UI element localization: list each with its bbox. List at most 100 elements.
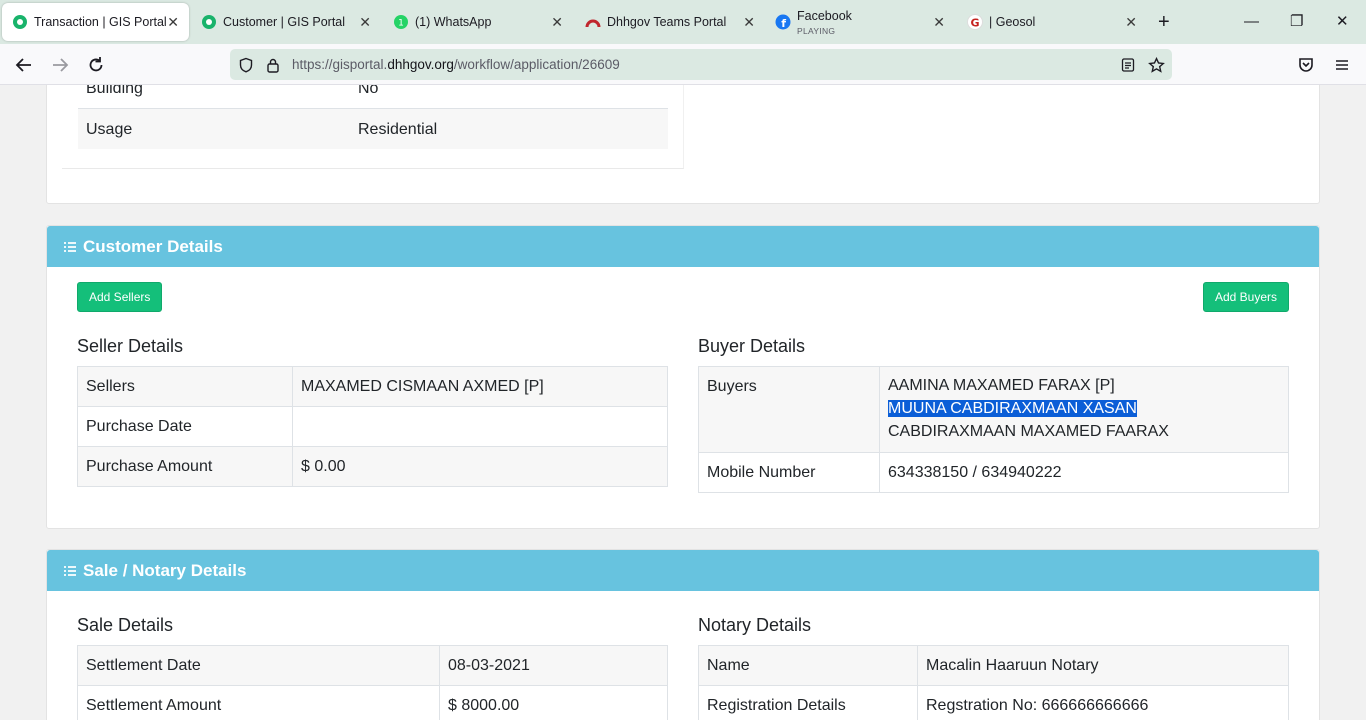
url-domain: dhhgov.org	[387, 57, 454, 72]
browser-tab-bar: Transaction | GIS Portal ✕ Customer | GI…	[0, 0, 1366, 44]
add-sellers-button[interactable]: Add Sellers	[77, 282, 163, 312]
tab-geosol[interactable]: G | Geosol ✕	[957, 0, 1147, 44]
reload-icon[interactable]	[85, 54, 107, 76]
seller-details-title: Seller Details	[77, 336, 184, 356]
buyer-name: CABDIRAXMAAN MAXAMED FAARAX	[888, 423, 1169, 440]
address-bar[interactable]: https://gisportal.dhhgov.org/workflow/ap…	[230, 49, 1172, 80]
tab-label: | Geosol	[989, 15, 1036, 29]
seller-table: Sellers MAXAMED CISMAAN AXMED [P] Purcha…	[77, 366, 668, 487]
reader-view-icon[interactable]	[1119, 56, 1137, 74]
lock-icon[interactable]	[264, 56, 282, 74]
notary-table: Name Macalin Haaruun Notary Registration…	[698, 645, 1289, 720]
url-prefix: https://gisportal.	[292, 57, 388, 72]
add-buyers-button[interactable]: Add Buyers	[1202, 282, 1289, 312]
forward-icon[interactable]	[49, 54, 71, 76]
mobile-number-value: 634338150 / 634940222	[879, 452, 1289, 493]
buyers-label: Buyers	[698, 366, 880, 453]
bookmark-star-icon[interactable]	[1147, 56, 1165, 74]
property-row-usage: Usage Residential	[78, 109, 668, 149]
buyer-name: MUUNA CABDIRAXMAAN XASAN	[888, 397, 1280, 420]
tab-transaction[interactable]: Transaction | GIS Portal ✕	[2, 3, 189, 41]
property-card: Building No Usage Residential	[46, 85, 1320, 204]
purchase-date-value	[292, 406, 668, 447]
building-value: No	[358, 85, 379, 97]
pocket-icon[interactable]	[1295, 54, 1317, 76]
mobile-number-label: Mobile Number	[698, 452, 880, 493]
sellers-label: Sellers	[77, 366, 293, 407]
table-row: Name Macalin Haaruun Notary	[698, 645, 1289, 686]
whatsapp-icon: 1	[393, 14, 409, 30]
tab-label: Transaction | GIS Portal	[34, 15, 167, 29]
table-row: Mobile Number 634338150 / 634940222	[698, 452, 1289, 493]
buyers-list: AAMINA MAXAMED FARAX [P] MUUNA CABDIRAXM…	[879, 366, 1289, 453]
svg-text:f: f	[781, 17, 786, 30]
back-icon[interactable]	[13, 54, 35, 76]
tab-label: Dhhgov Teams Portal	[607, 15, 727, 29]
settlement-date-label: Settlement Date	[77, 645, 440, 686]
google-icon: G	[967, 14, 983, 30]
minimize-icon[interactable]: —	[1244, 12, 1259, 32]
table-row: Settlement Date 08-03-2021	[77, 645, 668, 686]
menu-icon[interactable]	[1331, 54, 1353, 76]
gis-portal-favicon-icon	[12, 14, 28, 30]
notary-details-title: Notary Details	[698, 615, 812, 635]
close-window-icon[interactable]: ✕	[1336, 12, 1349, 32]
purchase-date-label: Purchase Date	[77, 406, 293, 447]
close-tab-icon[interactable]: ✕	[167, 15, 179, 29]
usage-value: Residential	[358, 121, 438, 138]
table-row: Purchase Date	[77, 406, 668, 447]
restore-icon[interactable]: ❐	[1290, 12, 1303, 32]
buyer-table: Buyers AAMINA MAXAMED FARAX [P] MUUNA CA…	[698, 366, 1289, 493]
svg-text:1: 1	[398, 19, 404, 29]
building-label: Building	[86, 85, 143, 97]
table-row: Buyers AAMINA MAXAMED FARAX [P] MUUNA CA…	[698, 366, 1289, 453]
close-tab-icon[interactable]: ✕	[551, 15, 563, 29]
facebook-icon: f	[775, 14, 791, 30]
sellers-value: MAXAMED CISMAAN AXMED [P]	[292, 366, 668, 407]
tab-teams-portal[interactable]: Dhhgov Teams Portal ✕	[575, 0, 765, 44]
purchase-amount-value: $ 0.00	[292, 446, 668, 487]
buyer-name: AAMINA MAXAMED FARAX [P]	[888, 377, 1115, 394]
table-row: Purchase Amount $ 0.00	[77, 446, 668, 487]
settlement-date-value: 08-03-2021	[439, 645, 668, 686]
shield-icon[interactable]	[237, 56, 255, 74]
close-tab-icon[interactable]: ✕	[1125, 15, 1137, 29]
registration-details-value: Regstration No: 666666666666	[917, 685, 1289, 720]
portal-favicon-icon	[585, 14, 601, 30]
url-path: /workflow/application/26609	[453, 57, 620, 72]
tab-playing-label: PLAYING	[797, 26, 836, 36]
close-tab-icon[interactable]: ✕	[743, 15, 755, 29]
tab-label: (1) WhatsApp	[415, 15, 492, 29]
table-row: Sellers MAXAMED CISMAAN AXMED [P]	[77, 366, 668, 407]
sale-details-title: Sale Details	[77, 615, 174, 635]
sale-table: Settlement Date 08-03-2021 Settlement Am…	[77, 645, 668, 720]
sale-notary-card: Sale / Notary Details Sale Details Notar…	[46, 549, 1320, 720]
usage-label: Usage	[86, 121, 133, 138]
customer-details-card: Customer Details Add Sellers Add Buyers …	[46, 225, 1320, 529]
tab-facebook[interactable]: f Facebook PLAYING ✕	[765, 0, 955, 44]
sale-notary-title: Sale / Notary Details	[83, 560, 247, 580]
gis-portal-favicon-icon	[201, 14, 217, 30]
buyer-name-selected: MUUNA CABDIRAXMAAN XASAN	[888, 400, 1137, 417]
settlement-amount-label: Settlement Amount	[77, 685, 440, 720]
list-icon	[63, 564, 77, 578]
notary-name-value: Macalin Haaruun Notary	[917, 645, 1289, 686]
property-row-building: Building No	[78, 85, 668, 109]
table-row: Registration Details Regstration No: 666…	[698, 685, 1289, 720]
page-viewport: Building No Usage Residential Customer D…	[0, 85, 1366, 720]
tab-label: Facebook	[797, 9, 852, 23]
tab-whatsapp[interactable]: 1 (1) WhatsApp ✕	[383, 0, 573, 44]
tab-customer[interactable]: Customer | GIS Portal ✕	[191, 0, 381, 44]
tab-label: Customer | GIS Portal	[223, 15, 346, 29]
url-text[interactable]: https://gisportal.dhhgov.org/workflow/ap…	[292, 57, 620, 72]
new-tab-icon[interactable]: +	[1158, 12, 1170, 32]
list-icon	[63, 240, 77, 254]
registration-details-label: Registration Details	[698, 685, 918, 720]
purchase-amount-label: Purchase Amount	[77, 446, 293, 487]
close-tab-icon[interactable]: ✕	[933, 15, 945, 29]
table-row: Settlement Amount $ 8000.00	[77, 685, 668, 720]
customer-details-title: Customer Details	[83, 236, 223, 256]
buyer-details-title: Buyer Details	[698, 336, 806, 356]
close-tab-icon[interactable]: ✕	[359, 15, 371, 29]
settlement-amount-value: $ 8000.00	[439, 685, 668, 720]
